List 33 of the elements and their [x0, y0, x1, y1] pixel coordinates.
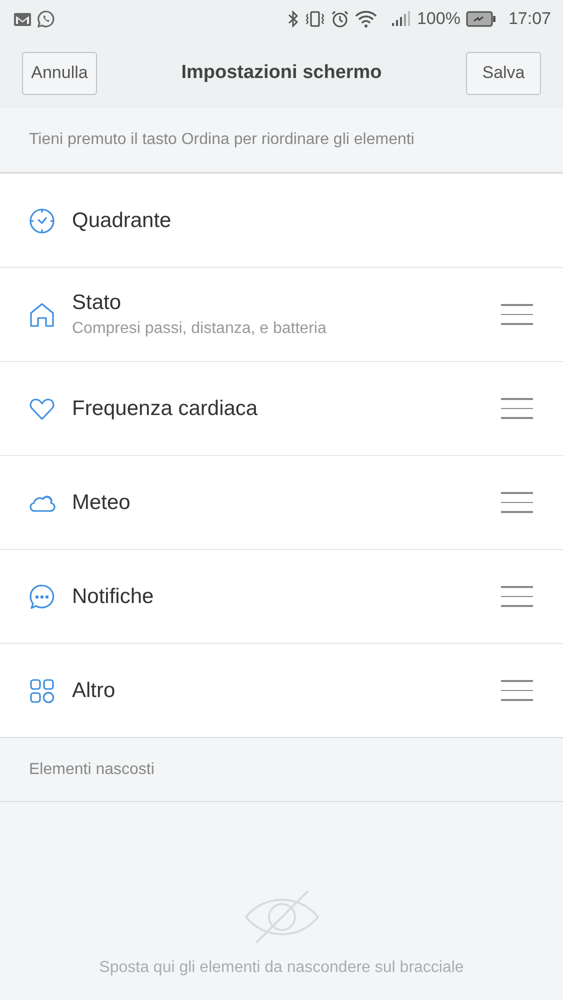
item-label: Meteo: [72, 490, 132, 514]
bluetooth-icon: [288, 10, 299, 28]
drag-handle-icon[interactable]: [501, 678, 533, 703]
signal-icon: [390, 11, 411, 27]
screen-title: Impostazioni schermo: [180, 62, 383, 84]
item-label: Stato: [72, 291, 122, 315]
chat-icon: [28, 582, 56, 610]
drag-handle-icon[interactable]: [501, 584, 533, 609]
section-title: Elementi nascosti: [29, 760, 154, 778]
mail-icon: [14, 12, 31, 26]
save-button[interactable]: Salva: [466, 52, 541, 94]
vibrate-icon: [304, 10, 325, 28]
drag-handle-icon[interactable]: [501, 302, 533, 327]
drag-handle-icon[interactable]: [501, 490, 533, 515]
item-subtitle: Compresi passi, distanza, e batteria: [72, 320, 328, 338]
alarm-icon: [330, 10, 349, 28]
clock-icon: [28, 206, 56, 234]
apps-grid-icon: [28, 676, 56, 704]
item-label: Notifiche: [72, 584, 155, 608]
cancel-button[interactable]: Annulla: [22, 52, 97, 94]
chat-app-icon: [37, 10, 55, 28]
empty-hint: Sposta qui gli elementi da nascondere sul bracciale: [99, 959, 464, 977]
item-label: Altro: [72, 678, 116, 702]
item-label: Quadrante: [72, 208, 172, 232]
clock-time: 17:07: [508, 9, 551, 29]
home-icon: [28, 300, 56, 328]
wifi-icon: [354, 10, 377, 28]
hint-text: Tieni premuto il tasto Ordina per riordinare gli elementi: [29, 131, 414, 149]
drag-handle-icon[interactable]: [501, 396, 533, 421]
hidden-eye-icon: [244, 889, 320, 945]
item-label: Frequenza cardiaca: [72, 396, 259, 420]
battery-charging-icon: [466, 11, 496, 27]
battery-percent: 100%: [416, 9, 460, 29]
